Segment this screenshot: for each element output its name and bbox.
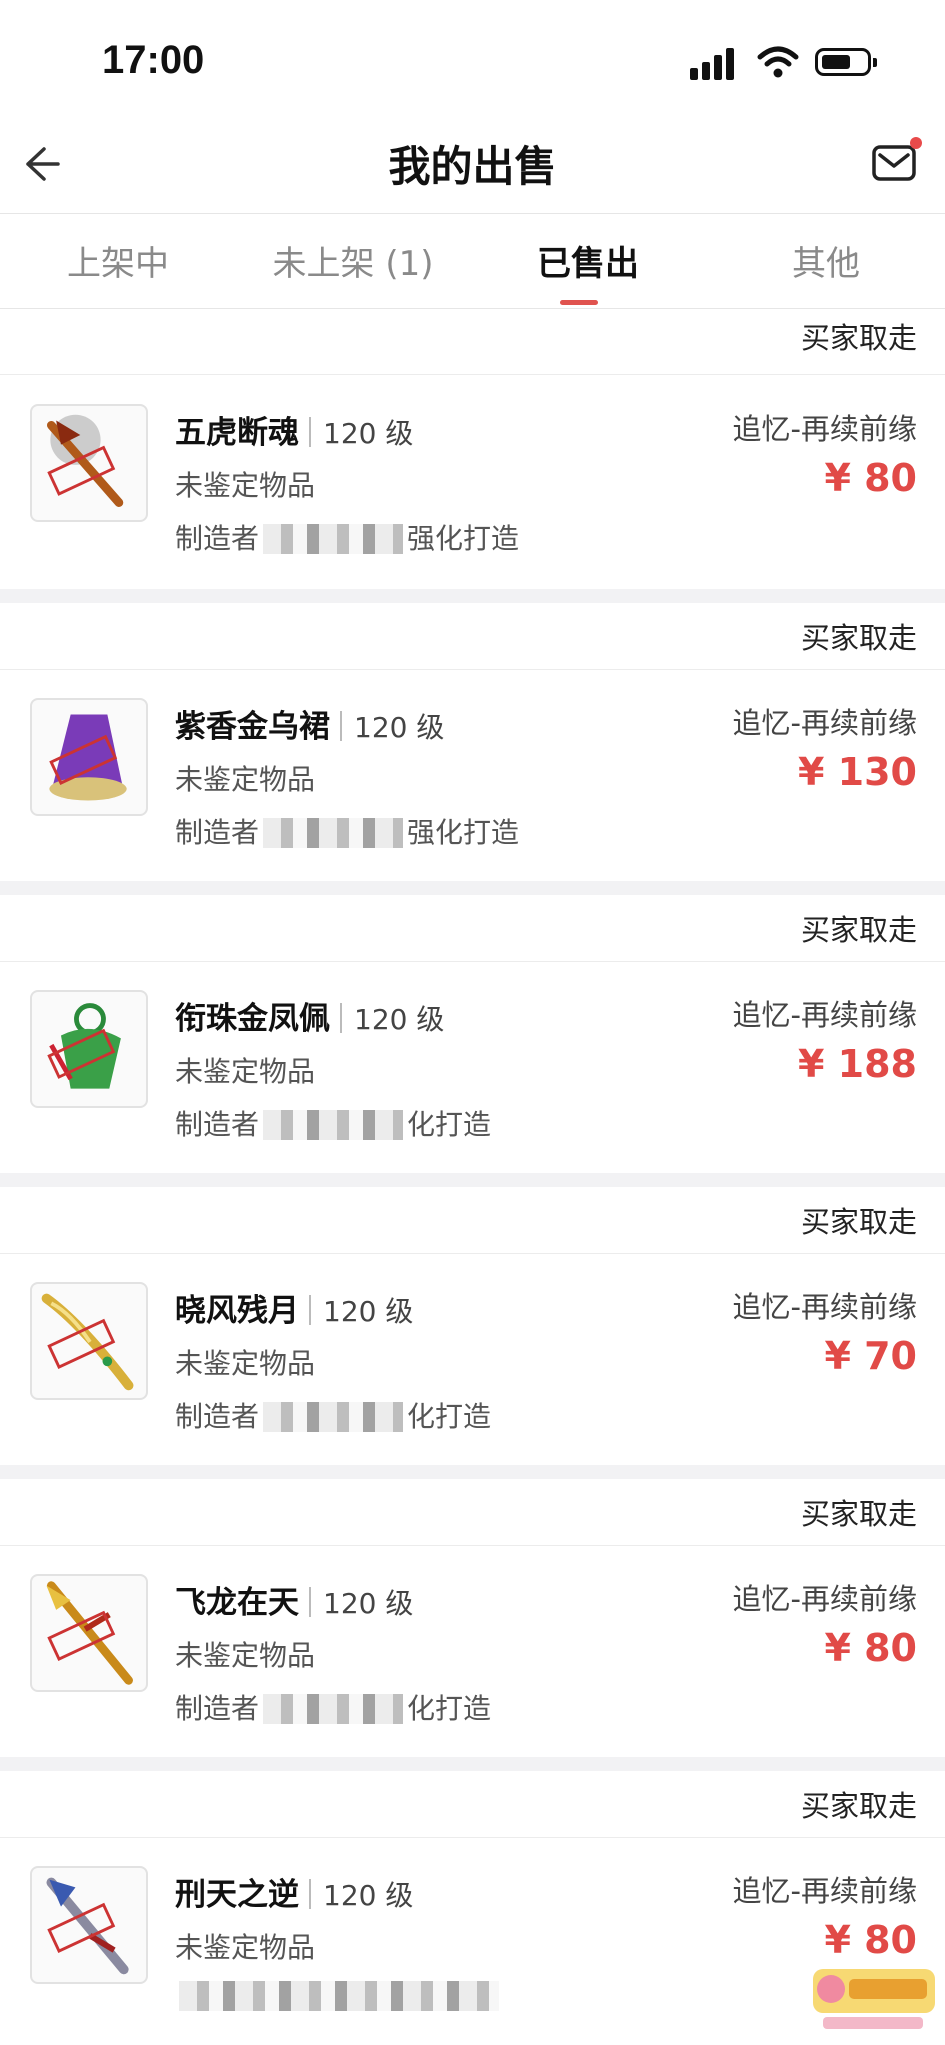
- tab-other[interactable]: 其他: [726, 236, 926, 285]
- item-maker: 制造者 化打造: [175, 1108, 492, 1141]
- item-maker: 制造者 强化打造: [175, 816, 520, 849]
- item-price: ¥ 130: [798, 750, 917, 794]
- tab-sold[interactable]: 已售出: [488, 236, 688, 305]
- item-server: 追忆-再续前缘: [732, 1582, 917, 1616]
- tab-bar: 上架中 未上架 (1) 已售出 其他: [0, 213, 945, 309]
- item-name: 五虎断魂 120 级: [175, 415, 414, 451]
- battery-icon: [815, 48, 877, 76]
- status-bar: 17:00: [0, 0, 945, 125]
- item-price: ¥ 188: [798, 1042, 917, 1086]
- item-note: 未鉴定物品: [175, 1347, 316, 1380]
- sold-item-card[interactable]: 买家取走 衔珠金凤佩 120 级 未鉴定物品 制造者 化打造 追忆-再续前缘 ¥ 1…: [0, 895, 945, 1173]
- item-note: 未鉴定物品: [175, 1639, 316, 1672]
- page-title: 我的出售: [388, 142, 557, 191]
- redacted-name: [263, 1694, 404, 1724]
- sold-item-card[interactable]: 买家取走 晓风残月 120 级 未鉴定物品 制造者 化打造 追忆-再续前缘 ¥ 70: [0, 1187, 945, 1465]
- item-maker: 制造者 强化打造: [175, 522, 520, 555]
- pickup-status: 买家取走: [800, 1497, 917, 1531]
- notification-dot: [910, 137, 922, 149]
- item-maker: [175, 1979, 503, 2012]
- item-note: 未鉴定物品: [175, 1931, 316, 1964]
- item-thumbnail: [30, 698, 148, 816]
- item-level: 120 级: [323, 1587, 414, 1620]
- sold-item-card[interactable]: 买家取走 刑天之逆 120 级 未鉴定物品 追忆-再续前缘 ¥ 80: [0, 1771, 945, 2045]
- item-level: 120 级: [354, 711, 445, 744]
- item-thumbnail: [30, 1574, 148, 1692]
- item-price: ¥ 80: [824, 1918, 917, 1962]
- redacted-name: [263, 1110, 404, 1140]
- tab-label: 已售出: [537, 244, 639, 284]
- item-note: 未鉴定物品: [175, 1055, 316, 1088]
- item-name: 衔珠金凤佩 120 级: [175, 1001, 445, 1037]
- item-server: 追忆-再续前缘: [732, 412, 917, 446]
- tab-label: 未上架 (1): [272, 244, 434, 284]
- pickup-status: 买家取走: [800, 913, 917, 947]
- sold-item-card[interactable]: 买家取走 飞龙在天 120 级 未鉴定物品 制造者 化打造 追忆-再续前缘 ¥ 80: [0, 1479, 945, 1757]
- redacted-name: [179, 1981, 499, 2011]
- item-level: 120 级: [323, 1879, 414, 1912]
- pickup-status: 买家取走: [800, 1789, 917, 1823]
- item-level: 120 级: [354, 1003, 445, 1036]
- item-server: 追忆-再续前缘: [732, 706, 917, 740]
- sold-item-card[interactable]: 买家取走 五虎断魂 120 级 未鉴定物品 制造者 强化打造 追忆-再续前缘 ¥ 8…: [0, 309, 945, 589]
- item-level: 120 级: [323, 417, 414, 450]
- redacted-name: [263, 524, 404, 554]
- item-thumbnail: [30, 1282, 148, 1400]
- item-server: 追忆-再续前缘: [732, 1290, 917, 1324]
- item-thumbnail: [30, 990, 148, 1108]
- redacted-name: [263, 1402, 404, 1432]
- active-tab-indicator: [560, 300, 598, 305]
- item-name: 飞龙在天 120 级: [175, 1585, 414, 1621]
- item-note: 未鉴定物品: [175, 763, 316, 796]
- item-price: ¥ 80: [824, 1626, 917, 1670]
- item-thumbnail: [30, 404, 148, 522]
- signal-icon: [690, 46, 740, 80]
- pickup-status: 买家取走: [800, 321, 917, 355]
- item-name: 紫香金乌裙 120 级: [175, 709, 445, 745]
- nav-bar: 我的出售: [0, 125, 945, 213]
- sold-item-card[interactable]: 买家取走 紫香金乌裙 120 级 未鉴定物品 制造者 强化打造 追忆-再续前缘 ¥ …: [0, 603, 945, 881]
- redacted-name: [263, 818, 404, 848]
- item-maker: 制造者 化打造: [175, 1692, 492, 1725]
- watermark-logo: [813, 1969, 935, 2029]
- item-thumbnail: [30, 1866, 148, 1984]
- item-server: 追忆-再续前缘: [732, 998, 917, 1032]
- tab-label: 其他: [792, 244, 860, 284]
- item-price: ¥ 70: [824, 1334, 917, 1378]
- item-maker: 制造者 化打造: [175, 1400, 492, 1433]
- pickup-status: 买家取走: [800, 1205, 917, 1239]
- wifi-icon: [757, 46, 799, 78]
- pickup-status: 买家取走: [800, 621, 917, 655]
- status-time: 17:00: [102, 38, 205, 82]
- item-name: 晓风残月 120 级: [175, 1293, 414, 1329]
- mail-button[interactable]: [870, 137, 922, 187]
- item-price: ¥ 80: [824, 456, 917, 500]
- tab-listed[interactable]: 上架中: [18, 236, 218, 285]
- item-level: 120 级: [323, 1295, 414, 1328]
- tab-unlisted[interactable]: 未上架 (1): [253, 236, 453, 285]
- tab-label: 上架中: [67, 244, 169, 284]
- item-name: 刑天之逆 120 级: [175, 1877, 414, 1913]
- item-server: 追忆-再续前缘: [732, 1874, 917, 1908]
- item-note: 未鉴定物品: [175, 469, 316, 502]
